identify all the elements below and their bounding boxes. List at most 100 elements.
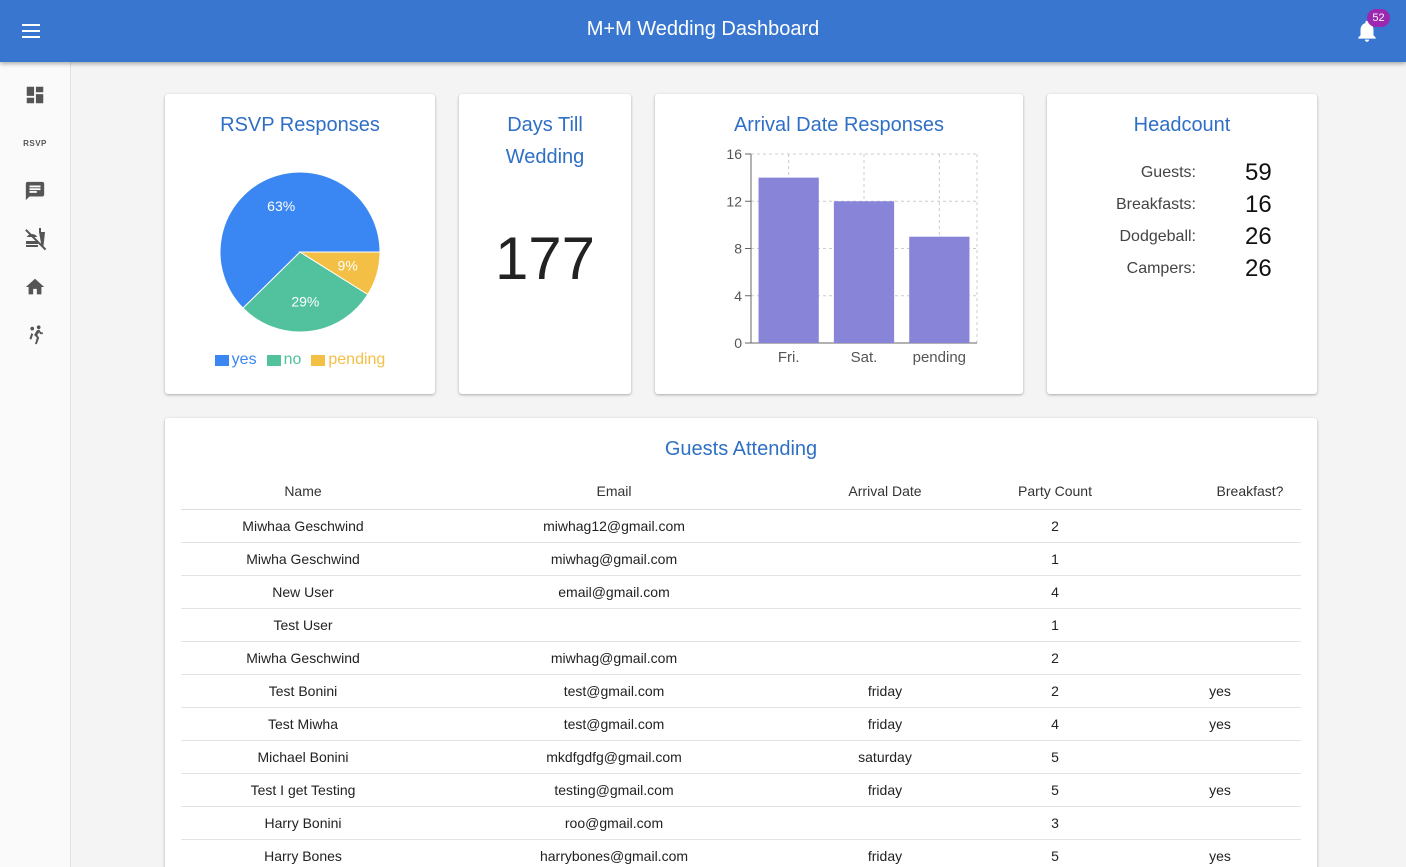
cell-email: miwhag@gmail.com xyxy=(550,650,678,666)
table-row[interactable]: New User email@gmail.com 4 xyxy=(181,576,1301,609)
cell-name: Test Miwha xyxy=(267,716,339,732)
cell-breakfast xyxy=(1165,807,1275,840)
days-count: 177 xyxy=(494,225,596,292)
sidebar-item-messages[interactable] xyxy=(0,173,70,209)
y-tick-label: 12 xyxy=(726,193,742,209)
sidebar-item-dodgeball[interactable] xyxy=(0,317,70,353)
days-title: Days Till Wedding xyxy=(505,114,585,168)
cell-party-count: 3 xyxy=(1051,815,1059,831)
legend-label: no xyxy=(283,351,302,368)
cell-email: roo@gmail.com xyxy=(564,815,664,831)
cell-name: Test User xyxy=(273,617,333,633)
cell-arrival-date xyxy=(805,642,965,675)
days-card: Days Till Wedding 177 xyxy=(459,94,631,394)
headcount-label: Guests: xyxy=(1140,164,1196,181)
headcount-row-guests: Guests: 59 xyxy=(1047,158,1317,190)
cell-name: Harry Bones xyxy=(264,848,342,864)
column-header-party-count[interactable]: Party Count xyxy=(985,483,1125,499)
column-header-name[interactable]: Name xyxy=(193,483,413,499)
sidebar-item-lodging[interactable] xyxy=(0,269,70,305)
table-row[interactable]: Michael Bonini mkdfgdfg@gmail.com saturday… xyxy=(181,741,1301,774)
table-row[interactable]: Miwha Geschwind miwhag@gmail.com 1 xyxy=(181,543,1301,576)
cell-breakfast xyxy=(1165,741,1275,774)
cell-email: email@gmail.com xyxy=(558,584,670,600)
table-row[interactable]: Harry Bonini roo@gmail.com 3 xyxy=(181,807,1301,840)
cell-name: Test I get Testing xyxy=(250,782,356,798)
cell-email: test@gmail.com xyxy=(563,683,665,699)
cell-name: Michael Bonini xyxy=(257,749,349,765)
cell-party-count: 5 xyxy=(1051,848,1059,864)
no-food-icon xyxy=(25,228,47,251)
headcount-card: Headcount Guests: 59 Breakfasts: 16 Dodg… xyxy=(1047,94,1317,394)
cell-breakfast xyxy=(1165,642,1275,675)
arrival-card: Arrival Date Responses 0 4 8 12 16 Fri. Sat. pe… xyxy=(655,94,1023,394)
headcount-label: Dodgeball: xyxy=(1119,228,1197,245)
cell-party-count: 5 xyxy=(1051,749,1059,765)
cell-email: miwhag@gmail.com xyxy=(550,551,678,567)
cell-breakfast xyxy=(1165,576,1275,609)
cell-party-count: 1 xyxy=(1051,617,1059,633)
cell-arrival-date xyxy=(805,609,965,642)
cell-breakfast: yes xyxy=(1209,848,1231,864)
cell-breakfast: yes xyxy=(1209,716,1231,732)
cell-email xyxy=(494,609,734,642)
sidebar-item-rsvp[interactable]: RSVP xyxy=(0,125,70,161)
cell-email: miwhag12@gmail.com xyxy=(543,518,685,534)
table-row[interactable]: Test Miwha test@gmail.com friday 4 yes xyxy=(181,708,1301,741)
cell-arrival-date xyxy=(805,807,965,840)
table-row[interactable]: Test Bonini test@gmail.com friday 2 yes xyxy=(181,675,1301,708)
sidebar-item-food[interactable] xyxy=(0,221,70,257)
rsvp-title: RSVP Responses xyxy=(220,114,380,136)
cell-arrival-date xyxy=(805,576,965,609)
table-row[interactable]: Miwha Geschwind miwhag@gmail.com 2 xyxy=(181,642,1301,675)
column-header-email[interactable]: Email xyxy=(494,483,734,499)
y-tick-label: 4 xyxy=(734,288,742,304)
cell-email: testing@gmail.com xyxy=(554,782,674,798)
dashboard-icon xyxy=(26,86,44,104)
cell-breakfast xyxy=(1165,609,1275,642)
bar-Sat.[interactable] xyxy=(833,201,895,343)
cell-party-count: 1 xyxy=(1051,551,1059,567)
cell-name: Miwhaa Geschwind xyxy=(242,518,364,534)
pie-label: 29% xyxy=(291,293,319,309)
cell-party-count: 2 xyxy=(1051,683,1059,699)
cell-email: test@gmail.com xyxy=(563,716,665,732)
table-row[interactable]: Test User 1 xyxy=(181,609,1301,642)
cell-breakfast xyxy=(1165,543,1275,576)
legend-item-no: no xyxy=(266,351,302,369)
headcount-value: 26 xyxy=(1245,255,1272,282)
cell-name: Harry Bonini xyxy=(264,815,342,831)
legend-item-yes: yes xyxy=(214,351,257,369)
message-icon xyxy=(25,181,45,201)
cell-party-count: 2 xyxy=(1051,518,1059,534)
cell-breakfast: yes xyxy=(1209,782,1231,798)
headcount-value: 16 xyxy=(1245,191,1272,218)
sidebar-item-label: RSVP xyxy=(23,138,47,148)
cell-name: New User xyxy=(272,584,334,600)
sidebar-item-dashboard[interactable] xyxy=(0,77,70,113)
table-row[interactable]: Harry Bones harrybones@gmail.com friday 5 ye… xyxy=(181,840,1301,867)
cell-arrival-date: friday xyxy=(867,848,903,864)
guests-title: Guests Attending xyxy=(664,438,818,460)
legend-label: pending xyxy=(328,351,386,368)
cell-party-count: 4 xyxy=(1051,584,1059,600)
cell-arrival-date: friday xyxy=(867,782,903,798)
table-row[interactable]: Miwhaa Geschwind miwhag12@gmail.com 2 xyxy=(181,510,1301,543)
cell-name: Test Bonini xyxy=(268,683,338,699)
notification-badge: 52 xyxy=(1367,9,1390,27)
column-header-breakfast[interactable]: Breakfast? xyxy=(1195,483,1305,499)
headcount-title: Headcount xyxy=(1133,114,1231,136)
cell-arrival-date: friday xyxy=(867,716,903,732)
headcount-label: Breakfasts: xyxy=(1115,196,1196,213)
legend-item-pending: pending xyxy=(311,351,385,369)
bar-pending[interactable] xyxy=(909,236,970,343)
page-title: M+M Wedding Dashboard xyxy=(586,18,820,40)
cell-name: Miwha Geschwind xyxy=(246,650,360,666)
cell-name: Miwha Geschwind xyxy=(246,551,360,567)
sidebar: RSVP xyxy=(0,62,71,867)
home-icon xyxy=(25,278,45,295)
table-row[interactable]: Test I get Testing testing@gmail.com frida… xyxy=(181,774,1301,807)
cell-email: harrybones@gmail.com xyxy=(539,848,689,864)
bar-Fri.[interactable] xyxy=(758,177,819,343)
column-header-arrival-date[interactable]: Arrival Date xyxy=(805,483,965,499)
